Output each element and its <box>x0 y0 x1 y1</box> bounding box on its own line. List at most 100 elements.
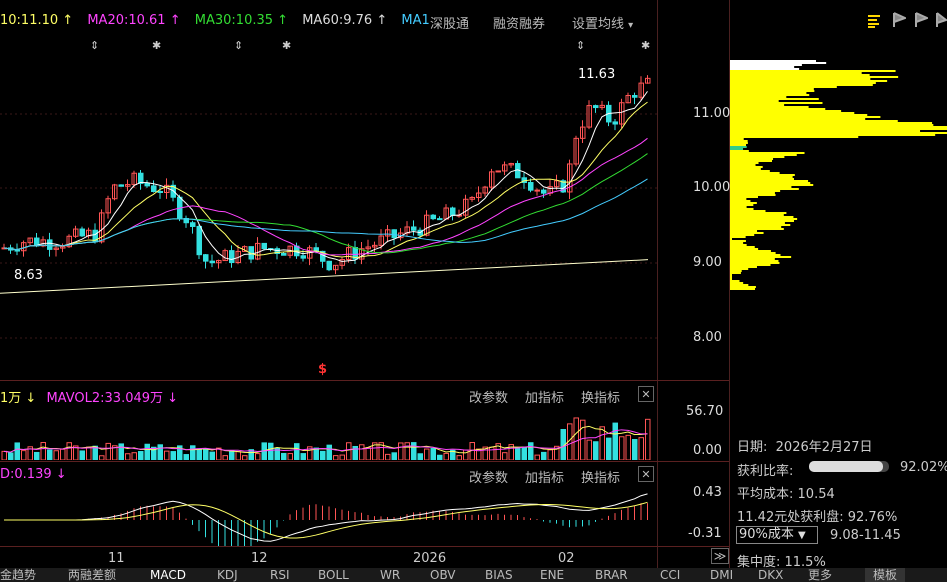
tab-wr[interactable]: WR <box>380 568 400 582</box>
volume-panel-bottom <box>0 461 729 462</box>
volume-bar <box>281 452 287 460</box>
flag-down-icon[interactable] <box>935 12 947 28</box>
chip-bar <box>730 258 775 260</box>
chip-bar <box>730 250 771 252</box>
volume-bar <box>398 442 404 460</box>
chip-bar <box>730 150 749 152</box>
price-tick: 10.00 <box>693 180 731 195</box>
candle-body <box>190 222 196 227</box>
tab-cci[interactable]: CCI <box>660 568 680 582</box>
volume-bar <box>105 442 111 460</box>
tab-more[interactable]: 更多 <box>808 568 832 582</box>
chip-bar <box>730 100 779 102</box>
volume-bar <box>521 446 527 460</box>
chip-bar <box>730 92 807 94</box>
candle-body <box>541 189 547 194</box>
tab-margin-diff[interactable]: 两融差额 <box>68 568 116 582</box>
chip-bar <box>730 76 899 78</box>
marker-updown-icon: ⇕ <box>90 39 100 52</box>
chip-bar <box>730 112 855 114</box>
ma-line <box>3 178 648 251</box>
volume-bar <box>209 451 215 460</box>
profit-ratio-label: 获利比率: <box>737 464 794 479</box>
cost-select[interactable]: 90%成本 ▼ <box>736 526 818 544</box>
ma30-label: MA30:10.35 ↑ <box>194 13 289 28</box>
tab-dmi[interactable]: DMI <box>710 568 733 582</box>
date-value: 2026年2月27日 <box>775 440 873 455</box>
profit-ratio-row: 获利比率: <box>737 460 793 479</box>
chip-bar <box>730 216 794 218</box>
chip-bar <box>730 118 866 120</box>
tab-trend[interactable]: 金趋势 <box>0 568 36 582</box>
cost-range: 9.08-11.45 <box>830 528 901 543</box>
tab-kdj[interactable]: KDJ <box>217 568 238 582</box>
chip-bar <box>730 86 837 88</box>
flag-icon[interactable] <box>892 12 908 28</box>
price-tick: 8.00 <box>693 330 722 345</box>
tab-template[interactable]: 模板 <box>865 568 906 582</box>
candle-body <box>209 260 215 264</box>
volume-bar <box>541 451 547 460</box>
expand-button[interactable]: ≫ <box>711 548 729 564</box>
volume-tick: 56.70 <box>686 404 724 419</box>
profit-ratio-bar <box>809 461 889 472</box>
chip-bar <box>730 170 770 172</box>
tab-bias[interactable]: BIAS <box>485 568 513 582</box>
marker-updown-icon: ⇕ <box>576 39 586 52</box>
candle-body <box>612 121 618 125</box>
date-tick: 2026 <box>413 551 447 566</box>
marker-star-icon: ✱ <box>152 39 162 52</box>
chip-bar <box>730 134 936 136</box>
price-tick: 11.00 <box>693 106 731 121</box>
marker-star-icon: ✱ <box>282 39 292 52</box>
chip-bar <box>730 228 784 230</box>
chip-bar <box>730 204 754 206</box>
avg-cost-label: 平均成本: <box>737 487 794 502</box>
tab-rsi[interactable]: RSI <box>270 568 290 582</box>
volume-bar <box>47 449 53 460</box>
flag-right-icon[interactable] <box>914 12 930 28</box>
chip-bar <box>730 270 742 272</box>
macd-tick: -0.31 <box>688 526 722 541</box>
chip-bar <box>730 116 881 118</box>
volume-bar <box>268 442 274 460</box>
chip-bar <box>730 102 823 104</box>
candle-body <box>391 229 397 239</box>
chip-bar <box>730 272 741 274</box>
dollar-marker-icon: $ <box>318 362 328 377</box>
volume-bar <box>417 453 423 460</box>
ma-line <box>3 91 648 262</box>
volume-bar <box>359 444 365 460</box>
tab-obv[interactable]: OBV <box>430 568 456 582</box>
chip-bar <box>730 244 747 246</box>
tab-dkx[interactable]: DKX <box>758 568 783 582</box>
tab-macd[interactable]: MACD <box>150 568 186 582</box>
chip-bar <box>730 72 862 74</box>
chip-bar <box>730 68 800 70</box>
chip-bar <box>730 82 876 84</box>
chip-bar <box>730 252 776 254</box>
volume-bar <box>242 455 248 460</box>
volume-bar <box>118 443 124 460</box>
bar-list-icon[interactable] <box>868 13 882 28</box>
volume-bar <box>385 453 391 460</box>
tab-boll[interactable]: BOLL <box>318 568 349 582</box>
chip-bar <box>730 178 794 180</box>
date-tick: 12 <box>251 551 268 566</box>
chip-bar <box>730 160 773 162</box>
volume-bar <box>255 453 261 460</box>
dif-line <box>4 493 648 542</box>
chip-bar <box>730 202 757 204</box>
ma-long-line <box>0 259 649 294</box>
volume-bar <box>391 452 397 460</box>
volume-bar <box>593 441 599 460</box>
chip-bar <box>730 110 842 112</box>
date-label: 日期: <box>737 440 768 455</box>
chip-bar <box>730 162 759 164</box>
tab-ene[interactable]: ENE <box>540 568 564 582</box>
tab-brar[interactable]: BRAR <box>595 568 628 582</box>
chip-bar <box>730 230 758 232</box>
candle-body <box>281 252 287 256</box>
ma20-label: MA20:10.61 ↑ <box>87 13 181 28</box>
volume-bar <box>53 450 59 460</box>
